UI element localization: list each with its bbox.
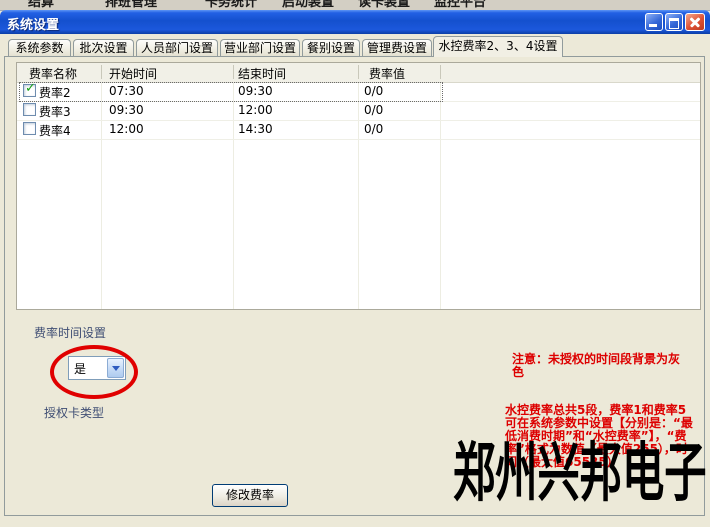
tab-6[interactable]: 水控费率2、3、4设置 bbox=[433, 36, 563, 57]
card-type-group-title: 授权卡类型 bbox=[40, 404, 108, 421]
cell-start: 12:00 bbox=[109, 122, 144, 136]
cell-name: 费率3 bbox=[39, 103, 71, 120]
tab-2[interactable]: 人员部门设置 bbox=[136, 39, 218, 56]
tab-0[interactable]: 系统参数 bbox=[8, 39, 71, 56]
row-checkbox[interactable]: ✓ bbox=[23, 84, 36, 97]
screen: 结算 排班管理 卡务统计 启动装置 读卡装置 监控平台 系统设置 系统参数批次设置人员部门… bbox=[0, 0, 710, 527]
bg-menu-item[interactable]: 排班管理 bbox=[105, 0, 157, 10]
rate-time-group-title: 费率时间设置 bbox=[30, 324, 110, 341]
window-controls bbox=[645, 13, 705, 31]
row-checkbox[interactable] bbox=[23, 122, 36, 135]
enable-dropdown-value: 是 bbox=[74, 362, 86, 376]
bg-menu-item[interactable]: 结算 bbox=[28, 0, 54, 10]
cell-end: 12:00 bbox=[238, 103, 273, 117]
cell-end: 14:30 bbox=[238, 122, 273, 136]
note-info: 水控费率总共5段，费率1和费率5可在系统参数中设置【分别是：“最低消费时期”和“… bbox=[505, 404, 698, 469]
bg-menu-item[interactable]: 监控平台 bbox=[434, 0, 486, 10]
minimize-button[interactable] bbox=[645, 13, 663, 31]
table-row[interactable]: ✓费率2 07:30 09:30 0/0 bbox=[17, 82, 700, 102]
cell-name: 费率2 bbox=[39, 84, 71, 101]
tab-1[interactable]: 批次设置 bbox=[73, 39, 134, 56]
column-header[interactable]: 开始时间 bbox=[109, 65, 157, 82]
enable-dropdown[interactable]: 是 bbox=[68, 356, 126, 380]
window-title: 系统设置 bbox=[7, 14, 59, 33]
header-separator bbox=[358, 65, 359, 79]
maximize-button[interactable] bbox=[665, 13, 683, 31]
header-separator bbox=[440, 65, 441, 79]
header-separator bbox=[101, 65, 102, 79]
header-separator bbox=[233, 65, 234, 79]
table-header: 费率名称 开始时间 结束时间 费率值 bbox=[17, 63, 700, 83]
modify-rate-button[interactable]: 修改费率 bbox=[212, 484, 288, 507]
check-icon: ✓ bbox=[25, 82, 36, 95]
titlebar: 系统设置 bbox=[0, 10, 710, 34]
cell-value: 0/0 bbox=[364, 103, 383, 117]
cell-value: 0/0 bbox=[364, 122, 383, 136]
dropdown-button[interactable] bbox=[107, 358, 124, 378]
bg-menu-item[interactable]: 卡务统计 bbox=[205, 0, 257, 10]
row-checkbox[interactable] bbox=[23, 103, 36, 116]
note-attention: 注意：未授权的时间段背景为灰色 bbox=[512, 353, 680, 379]
tab-3[interactable]: 营业部门设置 bbox=[220, 39, 300, 56]
cell-start: 09:30 bbox=[109, 103, 144, 117]
column-header[interactable]: 结束时间 bbox=[238, 65, 286, 82]
column-header[interactable]: 费率名称 bbox=[29, 65, 77, 82]
column-header[interactable]: 费率值 bbox=[369, 65, 405, 82]
tab-4[interactable]: 餐别设置 bbox=[302, 39, 360, 56]
cell-name: 费率4 bbox=[39, 122, 71, 139]
table-row[interactable]: 费率4 12:00 14:30 0/0 bbox=[17, 120, 700, 140]
cell-value: 0/0 bbox=[364, 84, 383, 98]
bg-menu-item[interactable]: 启动装置 bbox=[282, 0, 334, 10]
rates-table[interactable]: 费率名称 开始时间 结束时间 费率值 ✓费率2 07:30 09:30 0/0 费率3 09:3… bbox=[16, 62, 701, 310]
tab-5[interactable]: 管理费设置 bbox=[362, 39, 432, 56]
close-button[interactable] bbox=[685, 13, 705, 31]
cell-start: 07:30 bbox=[109, 84, 144, 98]
cell-end: 09:30 bbox=[238, 84, 273, 98]
table-row[interactable]: 费率3 09:30 12:00 0/0 bbox=[17, 101, 700, 121]
bg-menu-item[interactable]: 读卡装置 bbox=[358, 0, 410, 10]
chevron-down-icon bbox=[112, 366, 120, 371]
